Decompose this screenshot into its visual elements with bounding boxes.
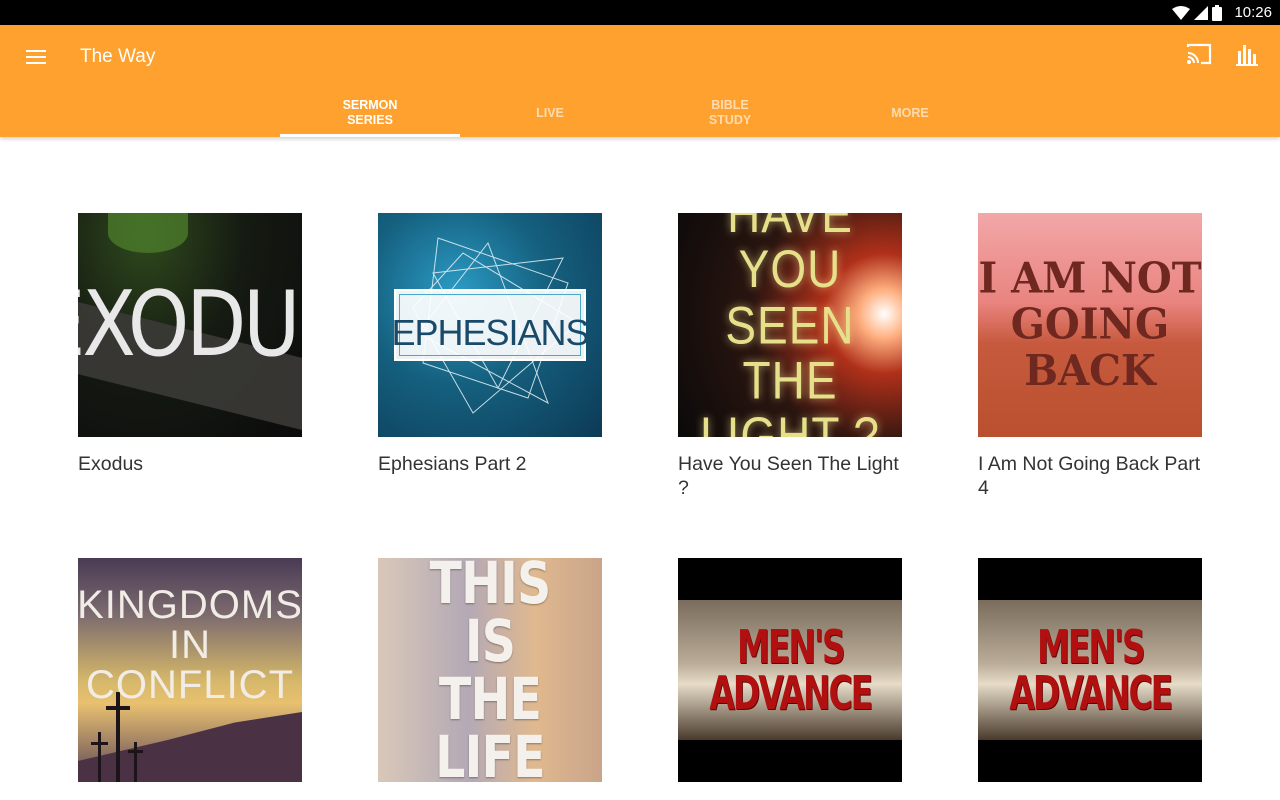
series-card-ephesians[interactable]: EPHESIANS Ephesians Part 2 (378, 213, 602, 476)
artwork-text: HAVE YOU SEEN THE LIGHT ? (700, 213, 880, 437)
artwork-text: EPHESIANS (391, 312, 589, 353)
artwork-text: I AM NOT GOING BACK (978, 253, 1202, 396)
series-artwork: EXODUS (78, 213, 302, 437)
status-bar: 10:26 (0, 0, 1280, 25)
series-card-mens-advance-2[interactable]: MEN'S ADVANCE (978, 558, 1202, 782)
tab-sermon-series[interactable]: SERMON SERIES (280, 89, 460, 137)
stats-icon (1236, 45, 1258, 66)
menu-icon (26, 50, 46, 64)
tab-more[interactable]: MORE (820, 89, 1000, 137)
series-artwork: THIS IS THE LIFE (378, 558, 602, 782)
app-title: The Way (80, 46, 156, 67)
series-artwork: HAVE YOU SEEN THE LIGHT ? (678, 213, 902, 437)
series-card-this-is-the-life[interactable]: THIS IS THE LIFE (378, 558, 602, 782)
series-title: Exodus (78, 453, 144, 475)
series-artwork: MEN'S ADVANCE (678, 558, 902, 782)
app-bar: The Way SERMON SERIES LIVE BIBLE STUDY M… (0, 25, 1280, 137)
artwork-text: MEN'S ADVANCE (709, 620, 873, 720)
signal-icon (1194, 6, 1208, 20)
battery-icon (1212, 5, 1222, 21)
series-artwork: MEN'S ADVANCE (978, 558, 1202, 782)
series-card-kingdoms-in-conflict[interactable]: KINGDOMS IN CONFLICT (78, 558, 302, 782)
tab-bar: SERMON SERIES LIVE BIBLE STUDY MORE (280, 89, 1000, 137)
series-title: Have You Seen The Light ? (678, 453, 899, 499)
cast-button[interactable] (1186, 43, 1214, 71)
tab-bible-study[interactable]: BIBLE STUDY (640, 89, 820, 137)
series-card-exodus[interactable]: EXODUS Exodus (78, 213, 302, 476)
series-title: Ephesians Part 2 (378, 453, 527, 475)
series-artwork: I AM NOT GOING BACK (978, 213, 1202, 437)
artwork-text: MEN'S ADVANCE (1009, 620, 1173, 720)
series-title: I Am Not Going Back Part 4 (978, 453, 1201, 499)
stats-button[interactable] (1236, 43, 1260, 71)
series-card-have-you-seen-the-light[interactable]: HAVE YOU SEEN THE LIGHT ? Have You Seen … (678, 213, 902, 500)
series-artwork: EPHESIANS (378, 213, 602, 437)
series-artwork: KINGDOMS IN CONFLICT (78, 558, 302, 782)
status-time: 10:26 (1234, 4, 1272, 21)
artwork-text: THIS IS THE LIFE (429, 558, 552, 782)
series-card-i-am-not-going-back[interactable]: I AM NOT GOING BACK I Am Not Going Back … (978, 213, 1202, 500)
cast-icon (1186, 43, 1212, 65)
artwork-text: KINGDOMS IN CONFLICT (78, 583, 302, 707)
series-card-mens-advance[interactable]: MEN'S ADVANCE (678, 558, 902, 782)
tab-live[interactable]: LIVE (460, 89, 640, 137)
artwork-text: EXODUS (78, 273, 302, 377)
wifi-icon (1172, 6, 1190, 20)
status-icons (1172, 5, 1222, 21)
menu-button[interactable] (20, 43, 52, 71)
